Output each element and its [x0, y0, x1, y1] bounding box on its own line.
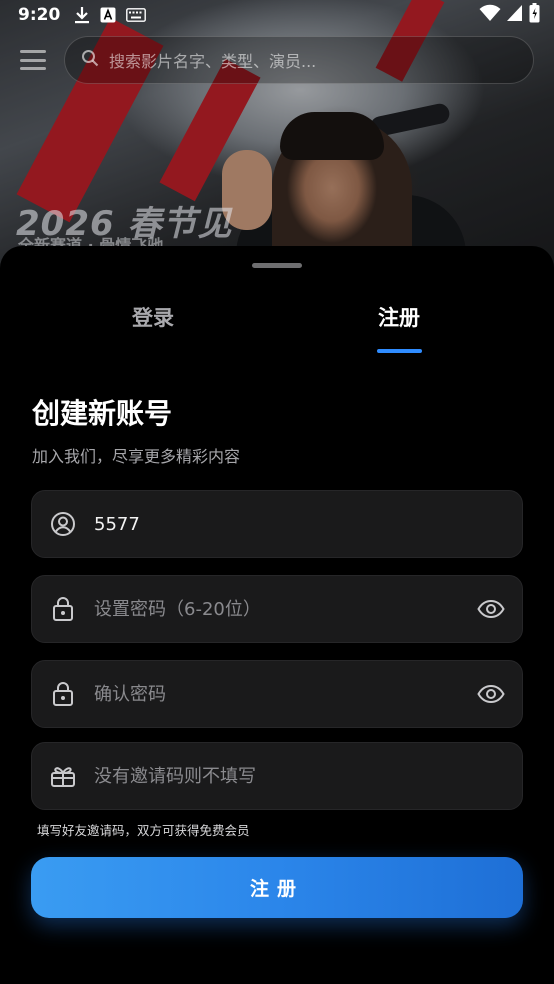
show-confirm-password-icon[interactable]: [476, 679, 506, 709]
confirm-password-field[interactable]: [31, 660, 523, 728]
tab-login[interactable]: 登录: [132, 302, 174, 332]
battery-icon: [529, 3, 540, 27]
status-time: 9:20: [18, 5, 61, 25]
search-icon: [81, 49, 99, 71]
register-sheet: 登录 注册 创建新账号 加入我们，尽享更多精彩内容 5577 没有邀请码则不填写…: [0, 246, 554, 984]
tab-active-indicator: [377, 349, 422, 353]
search-placeholder: 搜索影片名字、类型、演员...: [109, 52, 317, 71]
register-button[interactable]: 注册: [31, 857, 523, 918]
user-icon: [50, 511, 76, 537]
gift-icon: [50, 763, 76, 789]
show-password-icon[interactable]: [476, 594, 506, 624]
status-right-icons: [479, 3, 540, 27]
keyboard-icon: [126, 8, 147, 22]
username-field[interactable]: [31, 490, 523, 558]
download-icon: [74, 6, 90, 24]
wifi-icon: [479, 4, 501, 26]
menu-icon[interactable]: [20, 50, 46, 70]
confirm-password-input[interactable]: [94, 661, 468, 727]
signal-icon: [507, 4, 523, 26]
lock-icon: [50, 596, 76, 622]
invite-code-input[interactable]: [94, 743, 506, 809]
page-title: 创建新账号: [32, 397, 173, 430]
tab-register[interactable]: 注册: [378, 302, 420, 332]
invite-hint: 填写好友邀请码，双方可获得免费会员: [37, 823, 250, 838]
invite-code-field[interactable]: [31, 742, 523, 810]
sheet-drag-handle[interactable]: [252, 263, 302, 268]
page-subtitle: 加入我们，尽享更多精彩内容: [32, 447, 241, 466]
lock-icon: [50, 681, 76, 707]
keyboard-a-icon: [100, 7, 116, 23]
search-input[interactable]: 搜索影片名字、类型、演员...: [64, 36, 534, 84]
password-field[interactable]: [31, 575, 523, 643]
auth-tabs: 登录 注册: [0, 302, 554, 358]
password-input[interactable]: [94, 576, 468, 642]
top-app-bar: 搜索影片名字、类型、演员...: [0, 34, 554, 86]
username-input[interactable]: [94, 491, 506, 557]
status-bar: 9:20: [0, 0, 554, 30]
